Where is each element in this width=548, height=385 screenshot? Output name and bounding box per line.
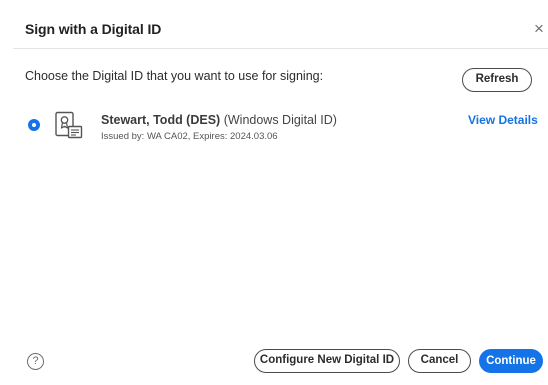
digital-id-issuer-expiry: Issued by: WA CA02, Expires: 2024.03.06 — [101, 131, 278, 142]
view-details-link[interactable]: View Details — [468, 113, 538, 127]
digital-id-owner: Stewart, Todd (DES) — [101, 113, 221, 127]
header-divider — [13, 48, 548, 49]
close-icon[interactable]: × — [530, 19, 548, 39]
dialog-title: Sign with a Digital ID — [25, 21, 162, 37]
digital-id-type: (Windows Digital ID) — [223, 113, 337, 127]
refresh-button[interactable]: Refresh — [462, 68, 532, 92]
sign-digital-id-dialog: Sign with a Digital ID × Choose the Digi… — [0, 0, 548, 385]
cancel-button[interactable]: Cancel — [408, 349, 471, 373]
digital-id-name[interactable]: Stewart, Todd (DES) (Windows Digital ID) — [101, 113, 337, 127]
certificate-icon — [54, 111, 84, 141]
radio-selected-icon[interactable] — [28, 119, 40, 131]
continue-button[interactable]: Continue — [479, 349, 543, 373]
instruction-text: Choose the Digital ID that you want to u… — [25, 69, 324, 83]
help-icon[interactable]: ? — [27, 353, 44, 370]
configure-new-digital-id-button[interactable]: Configure New Digital ID — [254, 349, 400, 373]
